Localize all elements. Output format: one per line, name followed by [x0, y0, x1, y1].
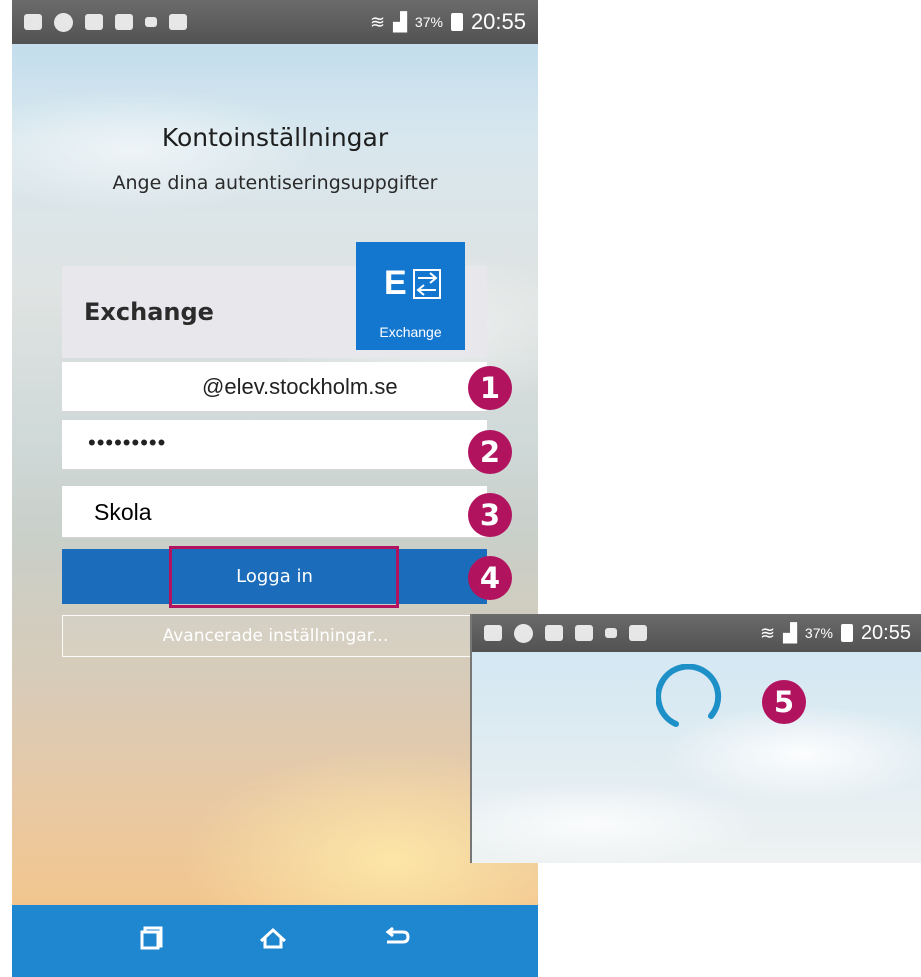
exchange-arrows-icon — [413, 269, 441, 299]
email-value: @elev.stockholm.se — [202, 374, 398, 399]
screenshot-icon — [115, 14, 133, 30]
school-value: Skola — [94, 499, 152, 525]
usb-icon — [145, 17, 157, 27]
exchange-logo-name: Exchange — [379, 324, 442, 340]
home-icon[interactable] — [258, 926, 288, 956]
advanced-settings-button[interactable]: Avancerade inställningar... — [62, 615, 489, 657]
usb-icon — [605, 628, 617, 638]
battery-percent: 37% — [414, 14, 443, 30]
wifi-icon: ≋ — [369, 11, 386, 32]
account-type-label: Exchange — [84, 298, 214, 326]
loading-screen-inset: ≋ ▟ 37% 20:55 5 — [470, 614, 921, 863]
step-badge-5: 5 — [762, 680, 806, 724]
exchange-logo: E Exchange — [356, 242, 465, 350]
wifi-icon: ≋ — [759, 622, 776, 643]
a-icon — [169, 14, 187, 30]
status-bar: ≋ ▟ 37% 20:55 — [12, 0, 538, 44]
step-badge-2: 2 — [468, 430, 512, 474]
clock: 20:55 — [860, 621, 911, 644]
keyboard-icon — [484, 625, 502, 641]
signal-icon: ▟ — [393, 11, 407, 32]
step-badge-3: 3 — [468, 493, 512, 537]
screenshot-icon — [575, 625, 593, 641]
battery-icon — [840, 624, 853, 642]
battery-icon — [450, 13, 463, 31]
step-badge-1: 1 — [468, 366, 512, 410]
save-icon — [85, 14, 103, 30]
clock: 20:55 — [470, 9, 526, 34]
keyboard-icon — [24, 14, 42, 30]
page-subtitle: Ange dina autentiseringsuppgifter — [112, 172, 438, 194]
back-icon[interactable] — [381, 926, 411, 956]
login-highlight-box — [169, 546, 399, 608]
a-icon — [629, 625, 647, 641]
email-field[interactable]: @elev.stockholm.se — [62, 362, 487, 412]
sync-icon — [514, 623, 533, 643]
save-icon — [545, 625, 563, 641]
password-value: ••••••••• — [88, 430, 167, 455]
redacted-username — [88, 372, 208, 402]
signal-icon: ▟ — [783, 622, 797, 643]
inset-status-bar: ≋ ▟ 37% 20:55 — [472, 614, 921, 652]
exchange-logo-mark: E — [384, 264, 409, 302]
page-title: Kontoinställningar — [161, 123, 389, 152]
loading-spinner-icon — [656, 664, 722, 727]
step-badge-4: 4 — [468, 556, 512, 600]
password-field[interactable]: ••••••••• — [62, 420, 487, 470]
navigation-bar — [12, 905, 538, 977]
recent-apps-icon[interactable] — [139, 925, 165, 957]
phone-screen: ≋ ▟ 37% 20:55 Kontoinställningar Ange di… — [12, 0, 538, 977]
sync-icon — [54, 12, 73, 32]
battery-percent: 37% — [804, 625, 833, 641]
school-field[interactable]: Skola — [62, 486, 487, 538]
